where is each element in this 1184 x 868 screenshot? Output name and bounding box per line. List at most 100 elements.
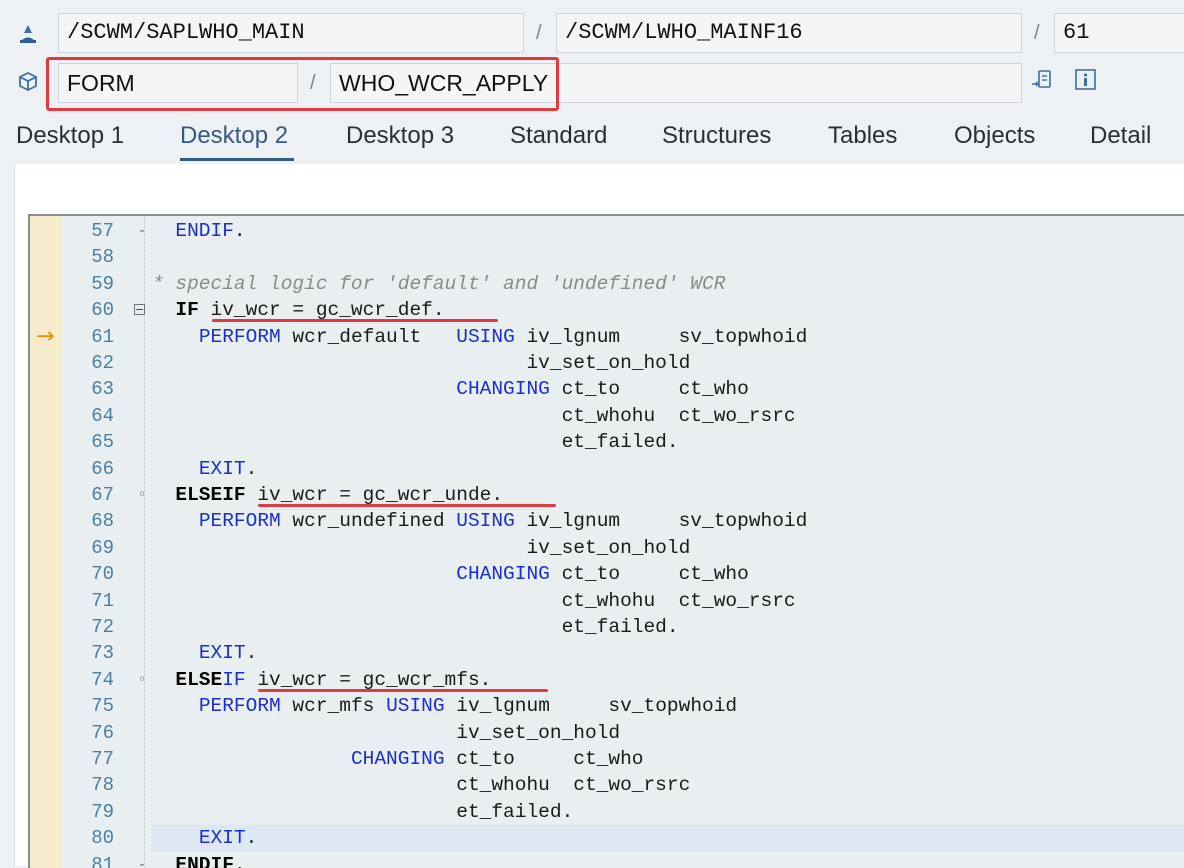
code-token: EXIT	[198, 642, 246, 665]
include-field[interactable]: /SCWM/LWHO_MAINF16	[556, 13, 1022, 53]
code-token: ct_to ct_who	[444, 748, 644, 770]
line-number: 61	[91, 325, 114, 348]
code-token: iv_lgnum sv_topwhoid	[514, 325, 808, 348]
code-token: PERFORM	[198, 325, 281, 348]
tab-objects[interactable]: Objects	[954, 122, 1035, 150]
tab-standard[interactable]: Standard	[510, 122, 607, 150]
code-line: 61 → PERFORM wcr_default USING iv_lgnum s…	[30, 324, 1184, 350]
code-line: 57 - ENDIF.	[30, 218, 1184, 244]
code-token: ct_to ct_who	[549, 563, 749, 586]
code-text[interactable]: CHANGING ct_to ct_who	[152, 376, 1184, 402]
code-token: ENDIF	[175, 220, 234, 242]
code-text[interactable]: iv_set_on_hold	[152, 535, 1184, 561]
code-line: 72 et_failed.	[30, 614, 1184, 640]
code-editor[interactable]: 57 - ENDIF. 58 59 * special logic for 'defau…	[28, 214, 1184, 868]
code-text[interactable]: CHANGING ct_to ct_who	[152, 561, 1184, 587]
tab-desktop-1[interactable]: Desktop 1	[16, 122, 124, 150]
fold-end-marker: -	[139, 223, 145, 239]
code-line: 59 * special logic for 'default' and 'und…	[30, 271, 1184, 297]
code-token: et_failed.	[152, 800, 574, 823]
code-token: wcr_undefined	[280, 510, 457, 533]
code-text[interactable]: PERFORM wcr_mfs USING iv_lgnum sv_topwho…	[152, 693, 1184, 719]
code-token: iv_wcr = gc_wcr_mfs.	[245, 668, 492, 691]
code-token: ELSEIF	[175, 484, 246, 506]
annotation-underline	[258, 688, 548, 692]
code-text[interactable]: ct_whohu ct_wo_rsrc	[152, 772, 1184, 798]
program-icon	[20, 25, 36, 43]
line-number: 66	[91, 457, 114, 480]
tab-structures[interactable]: Structures	[662, 122, 771, 150]
tab-detail[interactable]: Detail	[1090, 122, 1151, 150]
tab-bar: Desktop 1 Desktop 2 Desktop 3 Standard S…	[0, 116, 1184, 164]
line-number: 67	[91, 484, 114, 506]
line-number: 63	[91, 378, 114, 401]
line-number: 74	[91, 668, 114, 691]
program-field[interactable]: /SCWM/SAPLWHO_MAIN	[58, 13, 524, 53]
fold-toggle[interactable]: −	[134, 304, 145, 316]
line-number: 76	[91, 721, 114, 744]
code-token: .	[245, 642, 258, 665]
info-icon[interactable]	[1074, 68, 1098, 92]
code-text[interactable]: EXIT.	[152, 640, 1184, 666]
line-number: 65	[91, 431, 114, 454]
code-line: 60 − IF iv_wcr = gc_wcr_def.	[30, 297, 1184, 323]
code-token: CHANGING	[456, 563, 550, 586]
code-line: 75 PERFORM wcr_mfs USING iv_lgnum sv_top…	[30, 693, 1184, 719]
tab-desktop-2[interactable]: Desktop 2	[180, 122, 288, 150]
line-number: 73	[91, 642, 114, 665]
list-nav-icon[interactable]	[1030, 68, 1054, 92]
code-text[interactable]: et_failed.	[152, 614, 1184, 640]
code-token: et_failed.	[152, 616, 679, 638]
code-token: .	[245, 457, 258, 480]
code-token: iv_lgnum sv_topwhoid	[444, 695, 738, 718]
code-line: 74 ◦ ELSEIF iv_wcr = gc_wcr_mfs.	[30, 667, 1184, 693]
code-text[interactable]: et_failed.	[152, 429, 1184, 455]
line-number: 79	[91, 800, 114, 823]
code-token: ct_whohu ct_wo_rsrc	[152, 589, 796, 612]
code-text[interactable]: ENDIF.	[152, 218, 1184, 244]
code-text[interactable]: et_failed.	[152, 799, 1184, 825]
code-text[interactable]: PERFORM wcr_undefined USING iv_lgnum sv_…	[152, 508, 1184, 534]
code-text[interactable]: PERFORM wcr_default USING iv_lgnum sv_to…	[152, 324, 1184, 350]
code-text[interactable]: EXIT.	[152, 456, 1184, 482]
tab-desktop-3[interactable]: Desktop 3	[346, 122, 454, 150]
code-token: ct_whohu ct_wo_rsrc	[152, 774, 691, 797]
cube-icon	[19, 71, 37, 92]
header-bar: /SCWM/SAPLWHO_MAIN / /SCWM/LWHO_MAINF16 …	[0, 0, 1184, 112]
code-token: iv_set_on_hold	[152, 536, 691, 559]
code-text[interactable]	[152, 244, 1184, 270]
line-number: 75	[91, 695, 114, 718]
line-field[interactable]: 61	[1054, 13, 1184, 53]
line-number: 70	[91, 563, 114, 586]
fold-marker: ◦	[137, 487, 147, 503]
code-line: 64 ct_whohu ct_wo_rsrc	[30, 403, 1184, 429]
code-token: iv_wcr = gc_wcr_unde.	[245, 484, 504, 506]
line-number: 78	[91, 774, 114, 797]
code-text[interactable]: ct_whohu ct_wo_rsrc	[152, 588, 1184, 614]
tab-tables[interactable]: Tables	[828, 122, 897, 150]
line-number: 68	[91, 510, 114, 533]
code-token: ct_whohu ct_wo_rsrc	[152, 404, 796, 427]
highlight-box	[46, 57, 559, 111]
code-text[interactable]: iv_set_on_hold	[152, 720, 1184, 746]
code-text[interactable]: * special logic for 'default' and 'undef…	[152, 271, 1184, 297]
code-text[interactable]: EXIT.	[152, 825, 1184, 852]
code-text[interactable]: CHANGING ct_to ct_who	[152, 746, 1184, 772]
code-token: iv_lgnum sv_topwhoid	[514, 510, 808, 533]
current-line-arrow-icon: →	[36, 323, 55, 349]
line-number: 71	[91, 589, 114, 612]
code-token: .	[245, 827, 258, 850]
code-text[interactable]: iv_set_on_hold	[152, 350, 1184, 376]
code-text[interactable]: ct_whohu ct_wo_rsrc	[152, 403, 1184, 429]
code-token: wcr_default	[280, 325, 457, 348]
line-number: 80	[91, 827, 114, 850]
line-number: 72	[91, 616, 114, 638]
code-line: 71 ct_whohu ct_wo_rsrc	[30, 588, 1184, 614]
